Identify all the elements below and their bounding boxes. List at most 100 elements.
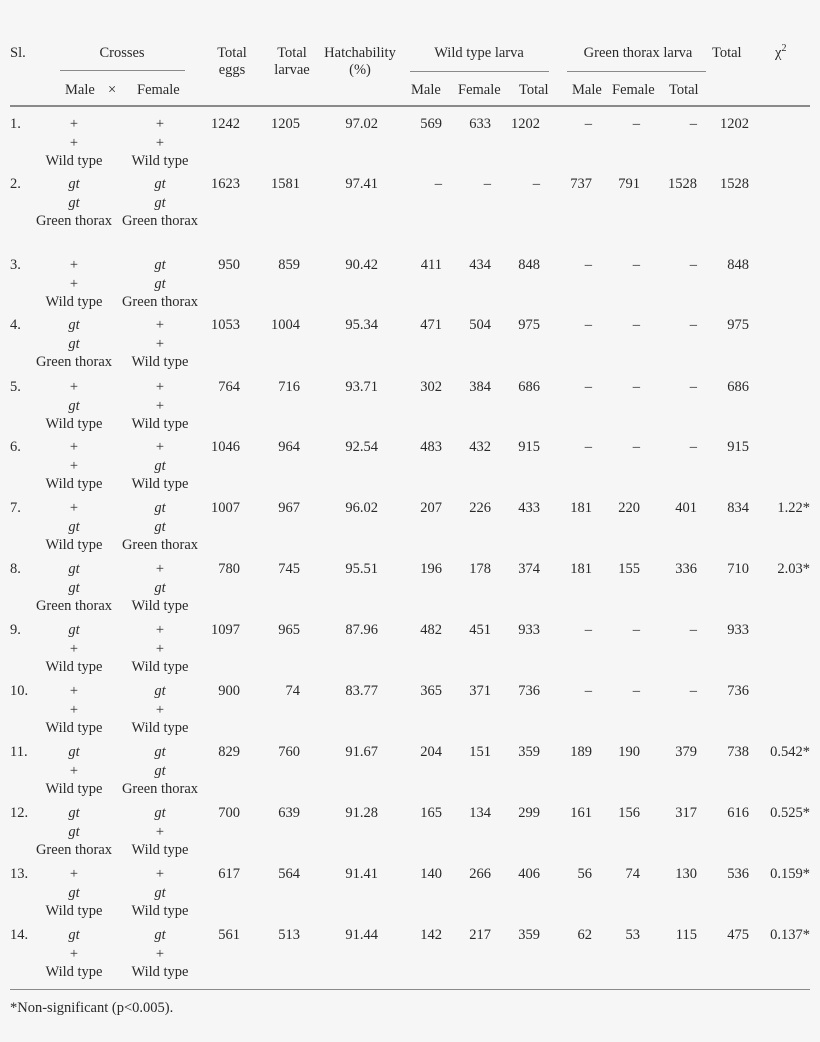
cell-larvae: 964 [278,439,300,455]
header-hatchability-1: Hatchability [324,45,396,61]
cell-wt: 933 [518,622,540,638]
cell-eggs: 1623 [211,176,240,192]
female-allele-2: + [155,336,165,352]
male-allele-1: + [69,500,79,516]
cell-eggs: 780 [218,561,240,577]
female-allele-1: gt [154,805,166,821]
header-male: Male [65,82,95,98]
cell-gf: 791 [618,176,640,192]
cell-total: 536 [727,866,749,882]
cell-eggs: 561 [218,927,240,943]
cell-hatch: 90.42 [345,257,378,273]
cell-gf: – [632,257,640,273]
male-phenotype: Wild type [45,153,103,169]
cell-wt: 299 [518,805,540,821]
cell-wf: 384 [469,379,491,395]
female-allele-1: gt [154,257,166,273]
male-allele-1: + [69,683,79,699]
cell-wf: 178 [469,561,491,577]
female-allele-1: + [155,116,165,132]
cell-wm: 569 [420,116,442,132]
cell-sl: 12. [10,805,29,821]
cell-larvae: 564 [278,866,300,882]
header-chi-square: χ2 [775,43,787,62]
cell-wf: 134 [469,805,491,821]
male-allele-2: + [69,135,79,151]
male-phenotype: Wild type [45,476,103,492]
cell-wt: 975 [518,317,540,333]
female-phenotype: Wild type [131,842,189,858]
female-allele-1: + [155,561,165,577]
cell-gt: 1528 [668,176,697,192]
header-bottom-rule [10,105,810,107]
header-hatchability-2: (%) [349,62,371,78]
male-allele-2: gt [68,885,80,901]
female-phenotype: Wild type [131,720,189,736]
cell-gf: – [632,317,640,333]
male-allele-1: gt [68,622,80,638]
cell-total: 738 [727,744,749,760]
cell-gt: – [689,439,697,455]
cell-eggs: 1046 [211,439,240,455]
header-wt-female: Female [458,82,501,98]
cell-gt: – [689,116,697,132]
cell-hatch: 91.41 [345,866,378,882]
female-allele-1: + [155,317,165,333]
cell-larvae: 639 [278,805,300,821]
female-phenotype: Wild type [131,416,189,432]
cell-wt: 359 [518,927,540,943]
female-allele-2: gt [154,519,166,535]
female-allele-1: gt [154,927,166,943]
cell-gf: – [632,379,640,395]
male-allele-2: + [69,946,79,962]
cell-wt: 736 [518,683,540,699]
cell-wm: 483 [420,439,442,455]
male-allele-2: gt [68,398,80,414]
cell-gf: 74 [625,866,641,882]
male-phenotype: Wild type [45,537,103,553]
male-phenotype: Green thorax [35,354,113,370]
cell-total: 848 [727,257,749,273]
cell-wf: 504 [469,317,491,333]
cell-sl: 7. [10,500,21,516]
male-phenotype: Wild type [45,659,103,675]
header-wt-total: Total [519,82,549,98]
cell-total: 1528 [720,176,749,192]
header-total-eggs-2: eggs [218,62,246,78]
cell-gt: – [689,257,697,273]
female-phenotype: Wild type [131,354,189,370]
female-phenotype: Wild type [131,903,189,919]
female-allele-2: gt [154,195,166,211]
cell-gm: 189 [570,744,592,760]
cell-gf: – [632,116,640,132]
cell-wm: 207 [420,500,442,516]
cell-eggs: 1242 [211,116,240,132]
cell-wm: 204 [420,744,442,760]
cell-total: 736 [727,683,749,699]
cell-wf: 151 [469,744,491,760]
header-female: Female [137,82,180,98]
cell-sl: 9. [10,622,21,638]
cell-gt: 115 [675,927,697,943]
male-allele-1: + [69,257,79,273]
male-phenotype: Green thorax [35,598,113,614]
male-allele-1: gt [68,927,80,943]
header-wt-male: Male [411,82,441,98]
header-crosses: Crosses [99,45,145,61]
header-total-eggs-1: Total [217,45,247,61]
cell-gt: – [689,622,697,638]
male-allele-2: + [69,458,79,474]
male-phenotype: Wild type [45,720,103,736]
cell-wf: 451 [469,622,491,638]
cell-wm: 482 [420,622,442,638]
cell-wf: – [483,176,491,192]
cell-larvae: 1205 [271,116,300,132]
cell-wt: 359 [518,744,540,760]
cell-gm: 56 [577,866,593,882]
cell-wf: 432 [469,439,491,455]
cell-eggs: 1007 [211,500,240,516]
cell-sl: 8. [10,561,21,577]
cell-gt: – [689,683,697,699]
chi-superscript: 2 [781,43,787,54]
footnote: *Non-significant (p<0.005). [10,1000,174,1016]
